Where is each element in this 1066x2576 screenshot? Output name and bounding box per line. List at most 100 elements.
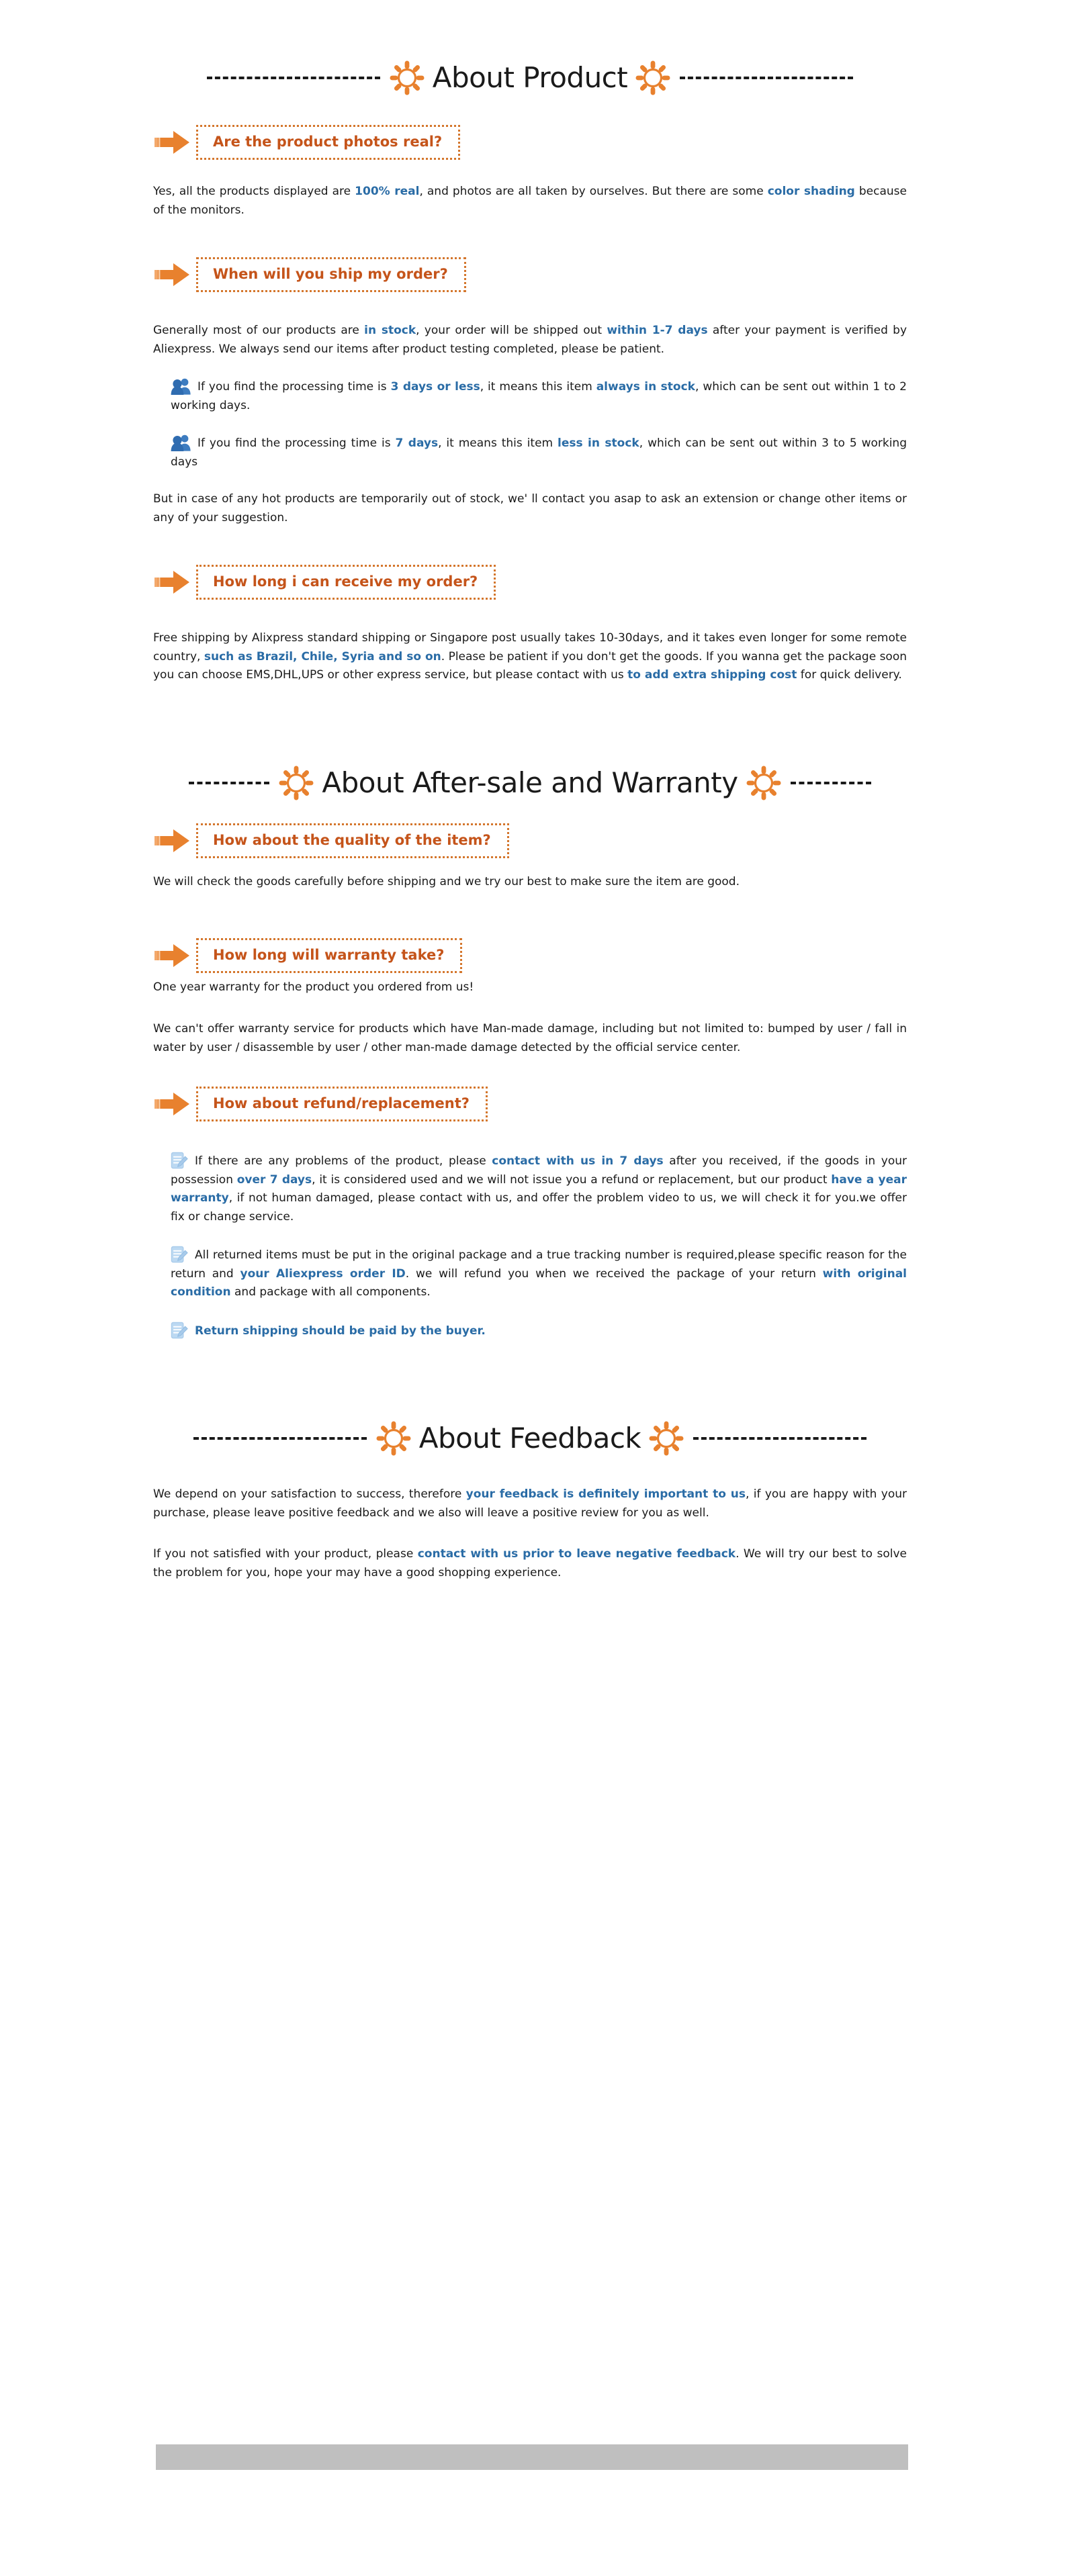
bullet-text: If you find the processing time is 7 day… xyxy=(171,436,907,469)
title-dash-right xyxy=(693,1437,867,1440)
bullet-text: If you find the processing time is 3 day… xyxy=(171,380,907,412)
body-text: , it is considered used and we will not … xyxy=(312,1172,832,1187)
question-row-warranty-length: How long will warranty take? xyxy=(153,938,907,974)
sun-icon xyxy=(649,1421,684,1457)
arrow-right-icon xyxy=(153,941,191,970)
highlighted-text: such as Brazil, Chile, Syria and so on xyxy=(204,649,441,663)
body-text: for quick delivery. xyxy=(797,668,902,682)
feedback-paragraph-positive: We depend on your satisfaction to succes… xyxy=(153,1485,907,1522)
note-icon xyxy=(171,1245,188,1264)
arrow-right-icon xyxy=(153,1090,191,1118)
highlighted-text: your feedback is definitely important to… xyxy=(465,1487,746,1502)
bullet-text: Return shipping should be paid by the bu… xyxy=(195,1324,486,1338)
question-box: Are the product photos real? xyxy=(196,125,461,160)
body-text: If you find the processing time is xyxy=(197,380,391,394)
highlighted-text: your Aliexpress order ID xyxy=(240,1267,406,1281)
note-icon xyxy=(171,1321,188,1340)
note-icon xyxy=(171,1151,188,1170)
answer-receive-order: Free shipping by Alixpress standard ship… xyxy=(153,629,907,685)
highlighted-text: over 7 days xyxy=(236,1172,312,1187)
sun-icon xyxy=(279,765,314,800)
feedback-paragraph-negative: If you not satisfied with your product, … xyxy=(153,1545,907,1582)
question-label: How long i can receive my order? xyxy=(213,573,478,590)
arrow-right-icon xyxy=(153,827,191,855)
question-row-photos-real: Are the product photos real? xyxy=(153,125,907,160)
highlighted-text: 100% real xyxy=(355,185,420,198)
body-text: , and photos are all taken by ourselves.… xyxy=(419,185,768,198)
body-text: Generally most of our products are xyxy=(153,324,365,338)
body-text: If you find the processing time is xyxy=(197,436,396,451)
highlighted-text: Return shipping should be paid by the bu… xyxy=(195,1324,486,1338)
question-row-receive-order: How long i can receive my order? xyxy=(153,565,907,600)
body-text: . we will refund you when we received th… xyxy=(405,1267,823,1281)
answer-ship-order: Generally most of our products are in st… xyxy=(153,322,907,359)
question-box: How long will warranty take? xyxy=(196,938,463,974)
question-box: How about the quality of the item? xyxy=(196,823,509,858)
answer-warranty-exclusions: We can't offer warranty service for prod… xyxy=(153,1021,907,1054)
arrow-right-icon xyxy=(153,128,191,156)
people-icon xyxy=(171,377,191,396)
answer-out-of-stock: But in case of any hot products are temp… xyxy=(153,492,907,524)
bullet-text: If there are any problems of the product… xyxy=(171,1154,907,1224)
answer-warranty-length: One year warranty for the product you or… xyxy=(153,978,907,997)
body-text: , it means this item xyxy=(480,380,596,394)
answer-item-quality: We will check the goods carefully before… xyxy=(153,873,907,892)
question-label: How long will warranty take? xyxy=(213,947,445,964)
question-row-ship-order: When will you ship my order? xyxy=(153,257,907,293)
body-text: We will check the goods carefully before… xyxy=(153,874,740,888)
highlighted-text: 3 days or less xyxy=(390,380,480,394)
highlighted-text: color shading xyxy=(767,185,855,198)
section-title-about-feedback: About Feedback xyxy=(153,1421,907,1457)
page-title: About After-sale and Warranty xyxy=(322,766,738,799)
answer-photos-real: Yes, all the products displayed are 100%… xyxy=(153,183,907,220)
bullet-processing-3days: If you find the processing time is 3 day… xyxy=(153,377,907,415)
section-title-about-product: About Product xyxy=(153,60,907,95)
highlighted-text: in stock xyxy=(364,324,416,338)
body-text: , if not human damaged, please contact w… xyxy=(171,1191,907,1224)
body-text: and package with all components. xyxy=(230,1285,431,1299)
page-title: About Feedback xyxy=(418,1422,641,1455)
bullet-return-shipping: Return shipping should be paid by the bu… xyxy=(153,1321,907,1341)
highlighted-text: contact with us in 7 days xyxy=(492,1154,664,1168)
highlighted-text: always in stock xyxy=(596,380,695,394)
highlighted-text: 7 days xyxy=(395,436,439,451)
highlighted-text: less in stock xyxy=(558,436,639,451)
page-title: About Product xyxy=(432,60,628,94)
question-row-refund-replacement: How about refund/replacement? xyxy=(153,1087,907,1122)
title-dash-left xyxy=(193,1437,367,1440)
arrow-right-icon xyxy=(153,261,191,289)
question-label: When will you ship my order? xyxy=(213,266,448,283)
faq-page: About Product Are the product photos rea… xyxy=(0,0,1066,2576)
title-dash-right xyxy=(680,77,854,79)
question-box: How about refund/replacement? xyxy=(196,1087,488,1122)
body-text: One year warranty for the product you or… xyxy=(153,980,474,995)
question-box: When will you ship my order? xyxy=(196,257,466,293)
sun-icon xyxy=(746,765,781,800)
highlighted-text: contact with us prior to leave negative … xyxy=(417,1547,736,1561)
question-box: How long i can receive my order? xyxy=(196,565,496,600)
body-text: If you not satisfied with your product, … xyxy=(153,1547,418,1561)
footer-gray-bar xyxy=(156,2444,908,2470)
question-row-item-quality: How about the quality of the item? xyxy=(153,823,907,858)
title-dash-right xyxy=(790,781,871,784)
body-text: If there are any problems of the product… xyxy=(195,1154,492,1168)
question-label: How about the quality of the item? xyxy=(213,831,491,848)
section-title-about-aftersale: About After-sale and Warranty xyxy=(153,765,907,800)
bullet-refund-7days: If there are any problems of the product… xyxy=(153,1151,907,1226)
bullet-text: All returned items must be put in the or… xyxy=(171,1248,907,1299)
question-label: How about refund/replacement? xyxy=(213,1095,470,1112)
body-text: , your order will be shipped out xyxy=(416,324,607,338)
body-text: , it means this item xyxy=(438,436,558,451)
body-text: Yes, all the products displayed are xyxy=(153,185,355,198)
highlighted-text: within 1-7 days xyxy=(607,324,708,338)
faq-content: About Product Are the product photos rea… xyxy=(153,0,907,1582)
title-dash-left xyxy=(206,77,380,79)
title-dash-left xyxy=(189,781,270,784)
bullet-returned-items: All returned items must be put in the or… xyxy=(153,1245,907,1302)
bullet-processing-7days: If you find the processing time is 7 day… xyxy=(153,434,907,471)
sun-icon xyxy=(375,1421,411,1457)
highlighted-text: to add extra shipping cost xyxy=(627,668,797,682)
sun-icon xyxy=(389,60,425,95)
body-text: We depend on your satisfaction to succes… xyxy=(153,1487,466,1502)
sun-icon xyxy=(635,60,671,95)
